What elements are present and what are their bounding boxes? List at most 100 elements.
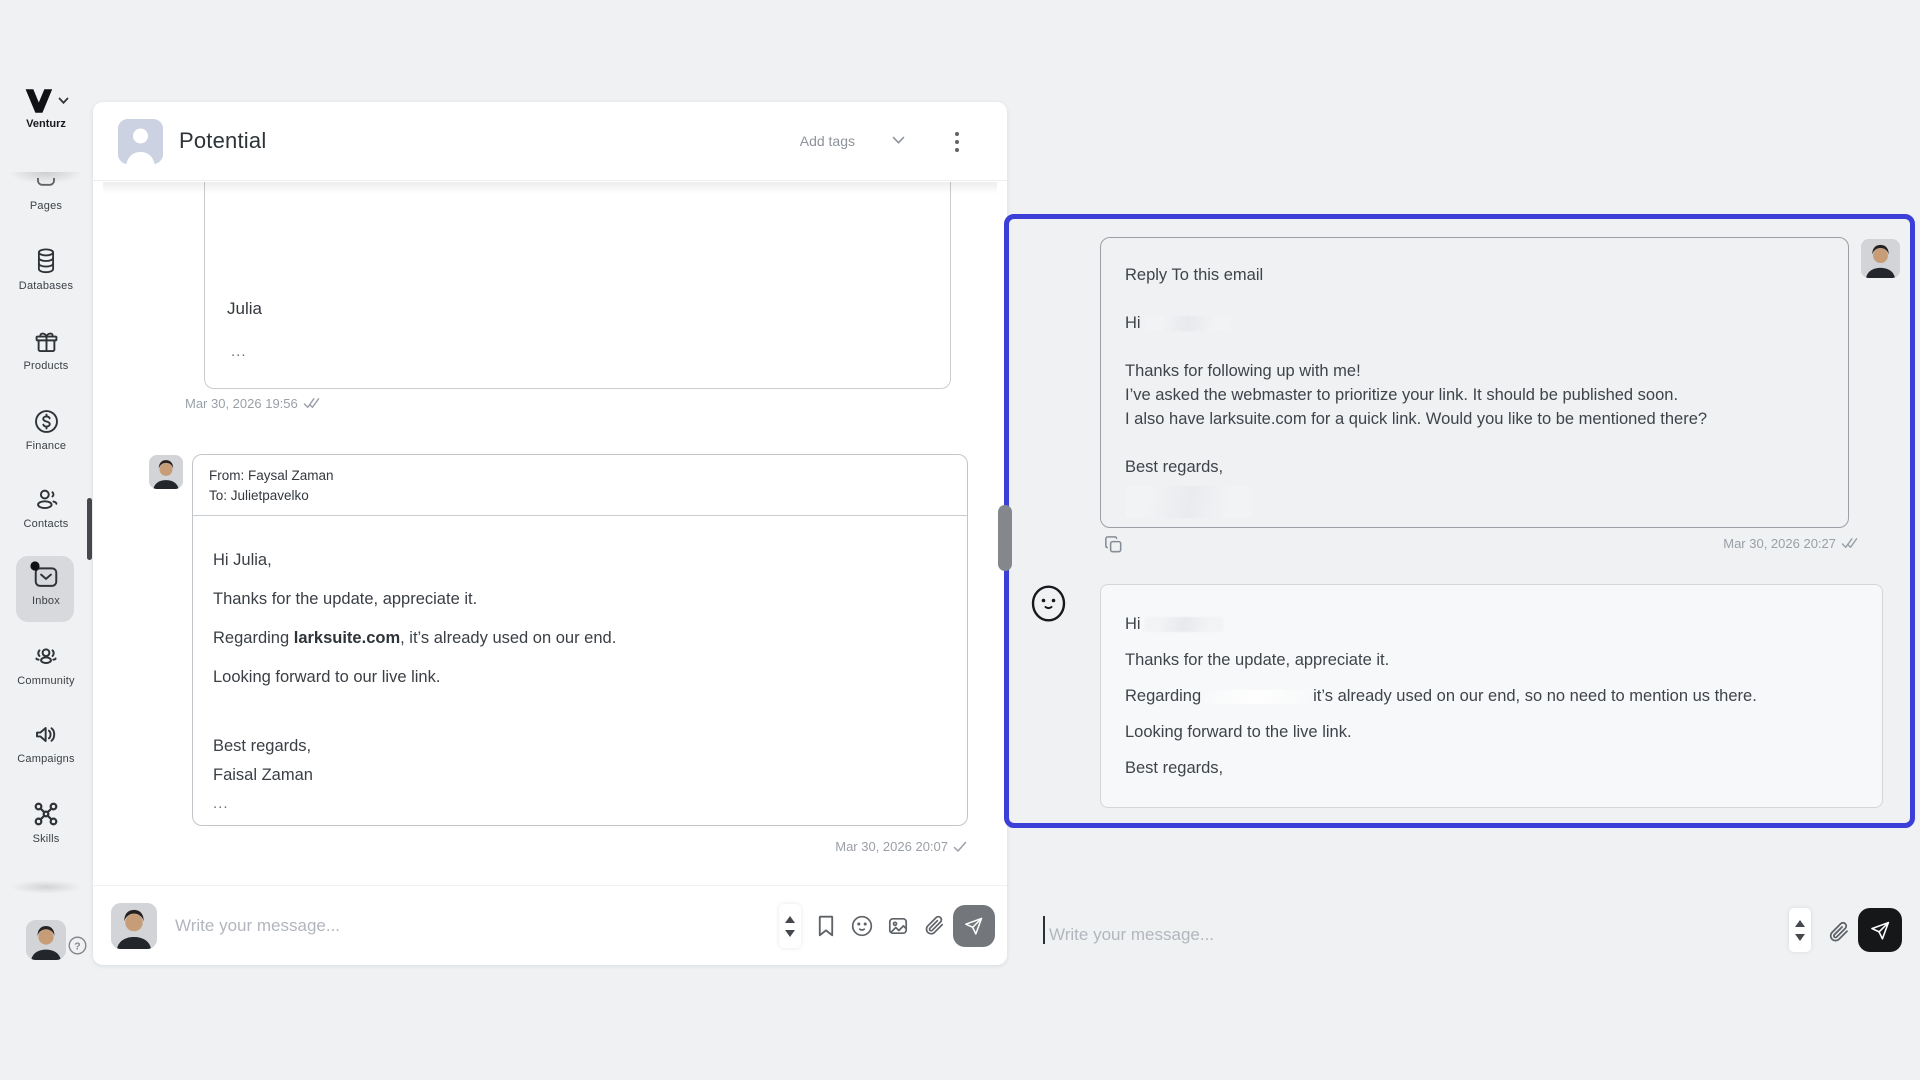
- reply-line: Hi: [1125, 312, 1824, 334]
- reply-scroll-stepper[interactable]: [1789, 908, 1811, 952]
- user-avatar[interactable]: [26, 920, 66, 960]
- arrow-up-icon: [1795, 920, 1805, 927]
- message-timestamp: Mar 30, 2026 20:07: [835, 839, 967, 854]
- sidebar-scrollbar-thumb[interactable]: [87, 498, 92, 560]
- reply-signoff: Best regards,: [1125, 456, 1824, 478]
- sidebar-item-pages[interactable]: Pages: [0, 178, 92, 212]
- bold-domain: larksuite.com: [294, 629, 400, 647]
- collapsed-ellipsis[interactable]: ...: [231, 343, 247, 360]
- email-line: Thanks for the update, appreciate it.: [213, 589, 947, 609]
- contact-avatar-placeholder[interactable]: [118, 119, 163, 164]
- sidebar-item-databases[interactable]: Databases: [0, 247, 92, 292]
- message-composer: [93, 885, 1007, 965]
- email-line: Hi Julia,: [213, 550, 947, 570]
- email-header: From: Faysal Zaman To: Julietpavelko: [193, 455, 967, 516]
- redacted-signature: [1125, 486, 1253, 518]
- redacted-name: [1145, 617, 1223, 632]
- double-check-icon: [1841, 537, 1858, 550]
- suggestion-line: Looking forward to the live link.: [1125, 721, 1858, 743]
- brand-name: Venturz: [26, 118, 66, 130]
- bookmark-icon[interactable]: [815, 914, 837, 938]
- pages-icon: [33, 178, 59, 195]
- suggestion-line: Thanks for the update, appreciate it.: [1125, 649, 1858, 671]
- more-options-kebab-icon[interactable]: [945, 129, 969, 155]
- sidebar-item-label: Databases: [19, 280, 73, 292]
- panel-drag-handle[interactable]: [998, 505, 1012, 571]
- reply-line: I also have larksuite.com for a quick li…: [1125, 408, 1824, 430]
- reply-send-button[interactable]: [1858, 908, 1902, 952]
- conversation-panel: Potential Add tags Julia ... Mar 30, 202…: [93, 102, 1007, 965]
- sidebar-item-label: Pages: [30, 200, 62, 212]
- sidebar-item-label: Finance: [26, 440, 67, 452]
- image-icon[interactable]: [886, 914, 910, 938]
- message-card-outgoing-truncated: Julia ...: [204, 182, 951, 389]
- sidebar-item-finance[interactable]: Finance: [0, 408, 92, 452]
- conversation-header: Potential Add tags: [93, 102, 1007, 181]
- sidebar-item-label: Skills: [33, 833, 60, 845]
- reply-sender-avatar[interactable]: [1861, 239, 1900, 278]
- sidebar-item-contacts[interactable]: Contacts: [0, 486, 92, 530]
- emoji-icon[interactable]: [850, 914, 874, 938]
- reply-line: Thanks for following up with me!: [1125, 360, 1824, 382]
- sidebar-item-label: Inbox: [32, 595, 60, 607]
- help-button[interactable]: ?: [68, 936, 87, 955]
- sidebar-item-campaigns[interactable]: Campaigns: [0, 721, 92, 765]
- sidebar-item-products[interactable]: Products: [0, 328, 92, 372]
- sidebar-item-label: Contacts: [23, 518, 68, 530]
- brand-logo[interactable]: Venturz: [0, 88, 92, 130]
- arrow-up-icon: [785, 916, 795, 923]
- suggestion-line: Hi: [1125, 613, 1858, 635]
- add-tags-button[interactable]: Add tags: [800, 133, 855, 149]
- sidebar-item-skills[interactable]: Skills: [0, 800, 92, 845]
- unread-dot: [30, 561, 40, 571]
- arrow-down-icon: [785, 930, 795, 937]
- venturz-v-icon: [24, 88, 54, 114]
- tags-chevron-down-icon[interactable]: [892, 136, 905, 145]
- email-from: From: Faysal Zaman: [209, 466, 951, 486]
- sidebar-item-community[interactable]: Community: [0, 642, 92, 687]
- inbox-envelope-icon: [32, 564, 60, 590]
- reply-title: Reply To this email: [1125, 264, 1824, 286]
- ai-smiley-icon: [1030, 585, 1067, 622]
- svg-text:?: ?: [74, 941, 80, 952]
- ai-suggested-reply-card[interactable]: Hi Thanks for the update, appreciate it.…: [1100, 584, 1883, 808]
- text-caret: [1043, 916, 1045, 944]
- redacted-name: [1145, 316, 1231, 331]
- reply-message-input[interactable]: [1049, 920, 1649, 950]
- sidebar-bottom-divider: [10, 880, 82, 894]
- send-plane-icon: [964, 916, 984, 936]
- sidebar-item-label: Campaigns: [17, 753, 74, 765]
- double-check-icon: [303, 397, 320, 410]
- arrow-down-icon: [1795, 934, 1805, 941]
- email-message-card: From: Faysal Zaman To: Julietpavelko Hi …: [192, 454, 968, 826]
- single-check-icon: [953, 841, 967, 853]
- composer-user-avatar[interactable]: [111, 903, 157, 949]
- paperclip-icon[interactable]: [1826, 920, 1851, 945]
- reply-line: I’ve asked the webmaster to prioritize y…: [1125, 384, 1824, 406]
- reply-timestamp: Mar 30, 2026 20:27: [1100, 536, 1858, 551]
- collapsed-ellipsis[interactable]: ...: [213, 794, 947, 814]
- message-input[interactable]: [175, 908, 735, 944]
- email-line: Looking forward to our live link.: [213, 667, 947, 687]
- contacts-icon: [33, 486, 60, 513]
- community-icon: [32, 642, 60, 670]
- email-body: Hi Julia, Thanks for the update, appreci…: [193, 516, 967, 814]
- suggestion-signoff: Best regards,: [1125, 757, 1858, 779]
- chevron-down-icon: [58, 97, 69, 105]
- message-timestamp: Mar 30, 2026 19:56: [185, 396, 320, 411]
- message-text: Julia: [227, 299, 262, 319]
- scroll-fade: [103, 182, 997, 194]
- message-list[interactable]: Julia ... Mar 30, 2026 19:56 From: Faysa…: [93, 182, 1007, 885]
- redacted-domain: [1201, 690, 1313, 704]
- email-line: Regarding larksuite.com, it’s already us…: [213, 628, 947, 648]
- gift-icon: [33, 328, 60, 355]
- email-to: To: Julietpavelko: [209, 486, 951, 506]
- paperclip-icon[interactable]: [922, 914, 946, 938]
- send-plane-icon: [1870, 920, 1891, 941]
- sender-avatar[interactable]: [149, 455, 183, 489]
- sidebar-item-inbox[interactable]: Inbox: [0, 564, 92, 607]
- send-button[interactable]: [953, 905, 995, 947]
- database-icon: [33, 247, 59, 275]
- megaphone-icon: [32, 721, 60, 748]
- composer-scroll-stepper[interactable]: [779, 904, 801, 948]
